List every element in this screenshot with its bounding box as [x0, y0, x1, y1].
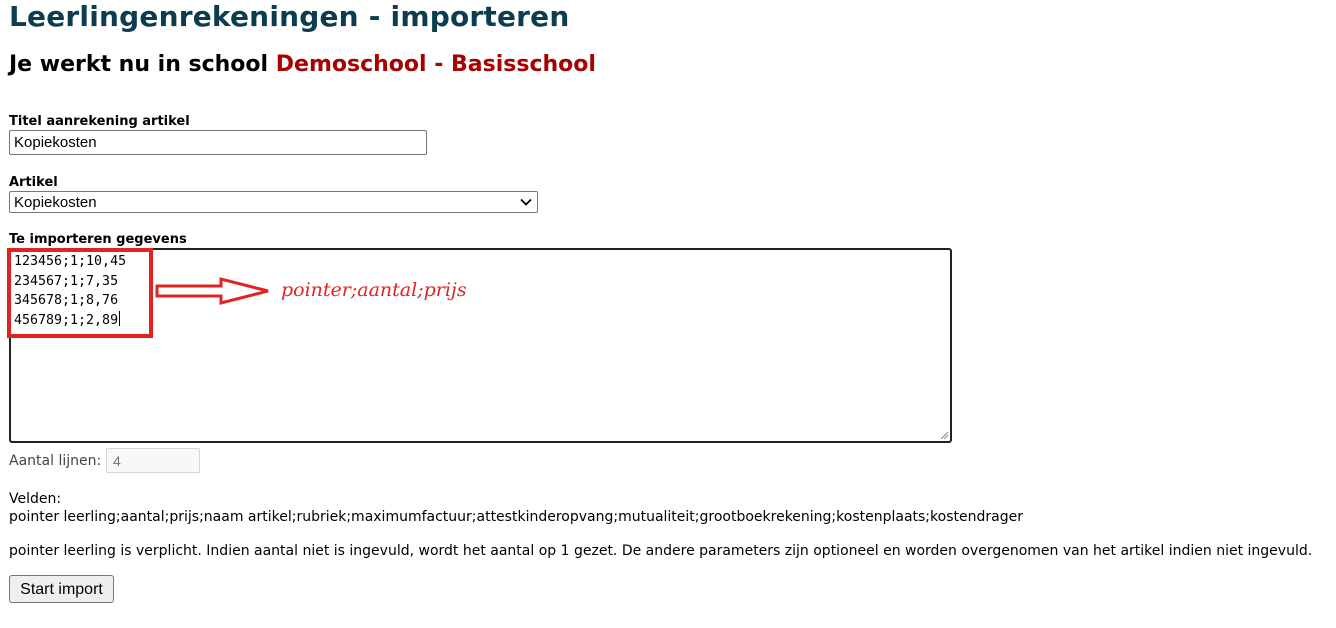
current-school-line: Je werkt nu in school Demoschool - Basis…	[9, 52, 596, 77]
school-prefix: Je werkt nu in school	[9, 52, 269, 77]
article-field-label: Artikel	[9, 175, 58, 190]
line-count-label: Aantal lijnen:	[9, 453, 102, 469]
annotation-text: pointer;aantal;prijs	[281, 279, 467, 301]
fields-title: Velden:	[9, 491, 62, 507]
page-title: Leerlingenrekeningen - importeren	[9, 0, 570, 33]
resize-grip-icon[interactable]	[939, 430, 949, 440]
title-input[interactable]	[9, 130, 427, 155]
import-data-label: Te importeren gegevens	[9, 232, 187, 247]
line-count-input	[106, 448, 200, 473]
chevron-down-icon	[520, 198, 532, 206]
arrow-right-icon	[155, 277, 269, 305]
article-selected-value: Kopiekosten	[14, 193, 97, 211]
school-name: Demoschool - Basisschool	[275, 52, 596, 77]
start-import-button[interactable]: Start import	[9, 575, 114, 603]
title-field-label: Titel aanrekening artikel	[9, 114, 190, 129]
article-select[interactable]: Kopiekosten	[9, 191, 538, 213]
info-text: pointer leerling is verplicht. Indien aa…	[9, 543, 1313, 559]
annotation-highlight-box	[7, 248, 153, 338]
fields-list: pointer leerling;aantal;prijs;naam artik…	[9, 509, 1023, 525]
